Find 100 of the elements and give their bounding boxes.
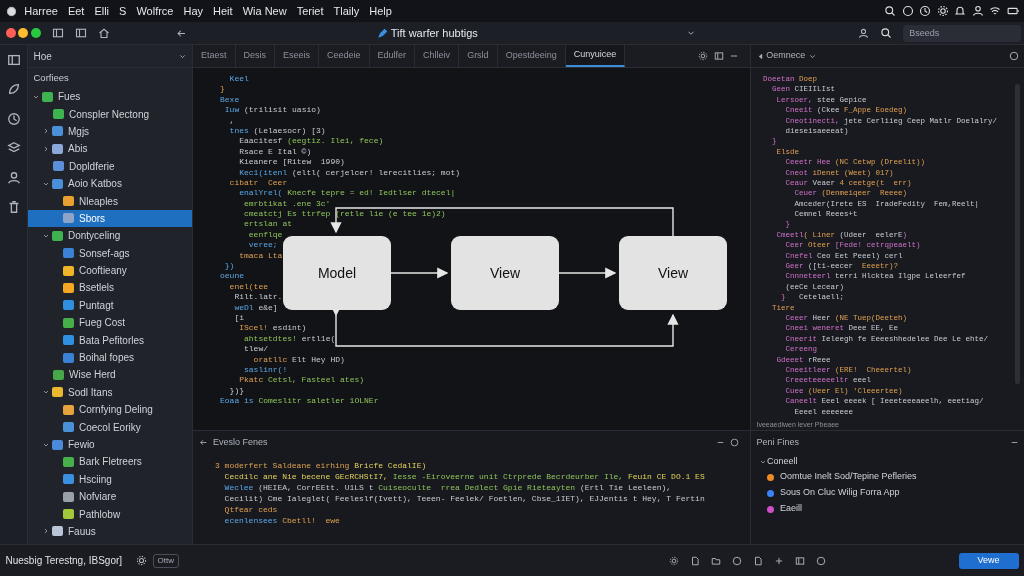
primary-button[interactable]: Vewe <box>958 552 1019 569</box>
menu-item[interactable]: Heit <box>208 2 238 20</box>
gear-icon[interactable] <box>136 555 148 566</box>
code-line: eenflqe <box>247 229 283 241</box>
file-item[interactable]: Sous On Cluc Wilig Forra App <box>751 485 1024 501</box>
split-icon[interactable] <box>713 51 724 61</box>
editor-tab[interactable]: Opestdeeing <box>497 45 566 67</box>
tree-item[interactable]: Fewio <box>28 435 192 454</box>
tree-item[interactable]: Nleaples <box>28 192 192 210</box>
menu-item[interactable]: Wolfrce <box>131 2 179 20</box>
code-line: Iuw (trilisit uasio) <box>223 105 321 116</box>
output-line: Cecdilc ane Nie becene GEcRCHStI7, Iesse -Eiroveerne unit Ctrprede Becrdeurber Ile, Feuin CE DO.1 ES <box>223 471 705 482</box>
sidebar-toggle-icon[interactable] <box>52 27 64 39</box>
gear-icon[interactable] <box>698 51 708 61</box>
panel-icon[interactable] <box>6 52 21 67</box>
chevron-right-icon[interactable] <box>42 144 50 153</box>
home-icon[interactable] <box>98 27 110 39</box>
bell-icon[interactable] <box>954 5 966 17</box>
circle-icon[interactable] <box>816 555 826 566</box>
menu-item[interactable]: Wia New <box>237 2 292 20</box>
tree-item[interactable]: Fauus <box>28 522 192 541</box>
circle-icon[interactable] <box>730 438 739 447</box>
arrow-left-icon[interactable] <box>198 438 208 447</box>
output-line: Cecilit) Cme Ialeglet( Feeleslf(Ivett), Teeen- Feelek/ Foetlen, Cbse_1IET), EJJentis t Hey, T Fertin <box>223 493 705 504</box>
tree-item[interactable]: Sodl Itans <box>28 383 192 402</box>
layout-icon[interactable] <box>75 27 87 39</box>
tree-item[interactable]: Nofviare <box>28 488 192 506</box>
tree-item[interactable]: Hsciing <box>28 470 192 488</box>
tree-item[interactable]: Cooftieany <box>28 261 192 280</box>
editor-tab[interactable]: Edulfer <box>369 45 416 67</box>
menu-item[interactable]: Help <box>364 2 397 20</box>
doc-icon[interactable] <box>690 555 700 566</box>
menu-item[interactable]: Elli <box>89 2 115 20</box>
tree-item[interactable]: Sonsef-ags <box>28 244 192 262</box>
leaf-icon[interactable] <box>6 82 21 97</box>
menu-item[interactable]: Hay <box>178 2 209 20</box>
plus-icon[interactable] <box>774 555 784 566</box>
back-arrow-icon[interactable] <box>176 27 187 39</box>
tree-item[interactable]: Sbors <box>28 209 192 228</box>
tree-item[interactable]: Abis <box>28 140 192 158</box>
chevron-right-icon[interactable] <box>42 527 50 536</box>
editor-tab[interactable]: Etaest <box>193 45 236 67</box>
editor-tab[interactable]: Cunyuicee <box>565 45 626 67</box>
menu-item[interactable]: Teriet <box>291 2 329 20</box>
search-icon[interactable] <box>880 27 893 39</box>
tree-item[interactable]: Mgjs <box>28 122 192 141</box>
battery-icon[interactable] <box>1006 5 1019 17</box>
circle-icon[interactable] <box>732 555 742 566</box>
tree-item[interactable]: Conspler Nectong <box>28 105 192 123</box>
menu-item[interactable]: S <box>114 2 132 20</box>
folder-icon[interactable] <box>711 555 721 566</box>
gear-icon[interactable] <box>669 555 679 566</box>
tree-item[interactable]: Coecol Eoriky <box>28 418 192 436</box>
clock-icon[interactable] <box>919 5 931 17</box>
person-icon[interactable] <box>6 170 21 185</box>
wifi-icon[interactable] <box>989 5 1001 17</box>
tree-item[interactable]: Bata Pefitorles <box>28 331 192 349</box>
search-icon[interactable] <box>884 5 896 17</box>
menu-item[interactable]: Tlaily <box>328 2 365 20</box>
caret-left-icon[interactable] <box>756 52 764 60</box>
minimize-button[interactable] <box>18 28 29 38</box>
search-field[interactable]: Bseeds <box>903 24 1022 42</box>
status-button[interactable]: Ottw <box>152 553 179 568</box>
tree-item[interactable]: Puntagt <box>28 296 192 315</box>
zoom-button[interactable] <box>31 28 41 38</box>
circle-icon[interactable] <box>1008 51 1019 61</box>
doc-icon[interactable] <box>753 555 763 566</box>
editor-tab[interactable]: Eseeis <box>275 45 320 67</box>
apple-circle-icon[interactable] <box>5 5 17 17</box>
code-line: tnes (Lelaesocr) [3) <box>228 125 326 137</box>
editor-tab[interactable]: Chlleiv <box>415 45 460 67</box>
tree-group[interactable]: Coneell <box>751 454 1024 469</box>
panel-icon[interactable] <box>795 555 805 566</box>
connector-arrow <box>558 267 617 279</box>
editor-tab[interactable]: Desis <box>235 45 276 67</box>
file-item[interactable]: Eaeill <box>751 501 1024 517</box>
close-button[interactable] <box>5 28 16 38</box>
clock-icon[interactable] <box>6 111 21 126</box>
tree-item[interactable]: Pathlobw <box>28 505 192 523</box>
editor-tab[interactable]: Ceedeie <box>319 45 370 67</box>
menu-item[interactable]: Harree <box>19 2 63 20</box>
tree-item[interactable]: Bark Fletreers <box>28 453 192 471</box>
tree-item[interactable]: Dontyceling <box>28 227 192 245</box>
tree-item[interactable]: Dopldferie <box>28 157 192 175</box>
diagram-node: Model <box>283 236 391 310</box>
menu-item[interactable]: Eet <box>62 2 90 20</box>
chevron-right-icon[interactable] <box>42 127 50 136</box>
tree-item[interactable]: Cornfying Deling <box>28 401 192 419</box>
circle-icon[interactable] <box>901 5 914 17</box>
tree-item[interactable]: Aoio Katbos <box>28 174 192 193</box>
tree-item[interactable]: Fueg Cost <box>28 314 192 332</box>
person-icon[interactable] <box>858 27 870 39</box>
tree-item[interactable]: Wise Herd <box>28 366 192 384</box>
gear-icon[interactable] <box>936 5 949 17</box>
tree-item[interactable]: Boihal fopes <box>28 348 192 367</box>
tree-item[interactable]: Fues <box>28 88 192 106</box>
editor-tab[interactable]: Grsld <box>459 45 498 67</box>
tree-item[interactable]: Bsetlels <box>28 279 192 297</box>
file-item[interactable]: Oomtue Inelt Sod/Tepine Pefleries <box>751 469 1024 485</box>
person-icon[interactable] <box>971 5 984 17</box>
